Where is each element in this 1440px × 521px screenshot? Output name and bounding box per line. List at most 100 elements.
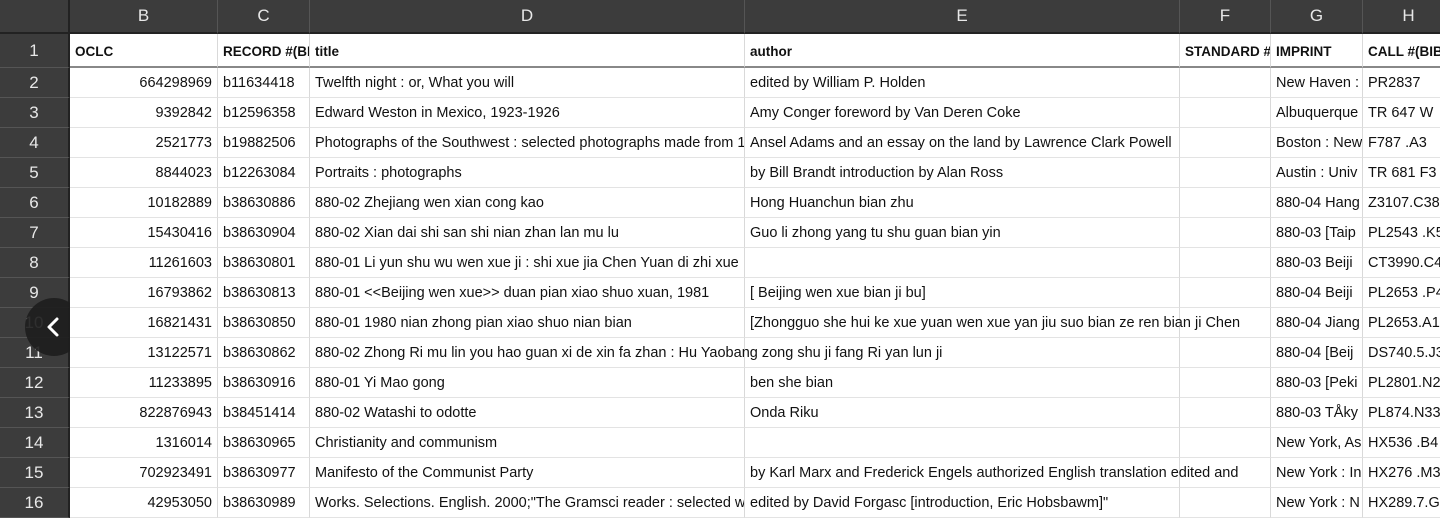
cell-call[interactable]: CT3990.C4 xyxy=(1363,248,1440,278)
row-header[interactable]: 7 xyxy=(0,218,70,248)
header-cell-title[interactable]: title xyxy=(310,34,745,68)
cell-oclc[interactable]: 2521773 xyxy=(70,128,218,158)
cell-imprint[interactable]: 880-04 Hang xyxy=(1271,188,1363,218)
cell-record[interactable]: b38630916 xyxy=(218,368,310,398)
cell-imprint[interactable]: 880-03 [Peki xyxy=(1271,368,1363,398)
row-header[interactable]: 3 xyxy=(0,98,70,128)
cell-record[interactable]: b19882506 xyxy=(218,128,310,158)
cell-imprint[interactable]: Austin : Univ xyxy=(1271,158,1363,188)
cell-call[interactable]: Z3107.C38 xyxy=(1363,188,1440,218)
cell-record[interactable]: b38630989 xyxy=(218,488,310,518)
cell-title[interactable]: 880-01 1980 nian zhong pian xiao shuo ni… xyxy=(310,308,745,338)
cell-call[interactable]: HX276 .M3 xyxy=(1363,458,1440,488)
cell-author[interactable]: Onda Riku xyxy=(745,398,1180,428)
cell-oclc[interactable]: 42953050 xyxy=(70,488,218,518)
cell-imprint[interactable]: 880-04 Jiang xyxy=(1271,308,1363,338)
cell-record[interactable]: b38630904 xyxy=(218,218,310,248)
row-header[interactable]: 6 xyxy=(0,188,70,218)
row-header[interactable]: 16 xyxy=(0,488,70,518)
column-header-g[interactable]: G xyxy=(1271,0,1363,34)
cell-standard[interactable] xyxy=(1180,488,1271,518)
cell-imprint[interactable]: 880-03 [Taip xyxy=(1271,218,1363,248)
cell-imprint[interactable]: New Haven : Yale xyxy=(1271,68,1363,98)
cell-imprint[interactable]: New York : N xyxy=(1271,488,1363,518)
cell-title[interactable]: Christianity and communism xyxy=(310,428,745,458)
cell-title[interactable]: Twelfth night : or, What you will xyxy=(310,68,745,98)
cell-title[interactable]: Photographs of the Southwest : selected … xyxy=(310,128,745,158)
row-header[interactable]: 13 xyxy=(0,398,70,428)
cell-imprint[interactable]: Boston : New xyxy=(1271,128,1363,158)
cell-call[interactable]: PL874.N33 xyxy=(1363,398,1440,428)
cell-author[interactable]: Guo li zhong yang tu shu guan bian yin xyxy=(745,218,1180,248)
cell-title[interactable]: 880-01 Li yun shu wu wen xue ji : shi xu… xyxy=(310,248,745,278)
cell-oclc[interactable]: 15430416 xyxy=(70,218,218,248)
cell-title[interactable]: 880-01 Yi Mao gong xyxy=(310,368,745,398)
cell-record[interactable]: b38630850 xyxy=(218,308,310,338)
row-header[interactable]: 15 xyxy=(0,458,70,488)
cell-call[interactable]: PL2543 .K5 xyxy=(1363,218,1440,248)
cell-standard[interactable] xyxy=(1180,248,1271,278)
cell-imprint[interactable]: 880-04 [Beij xyxy=(1271,338,1363,368)
header-cell-call[interactable]: CALL #(BIBLIO) xyxy=(1363,34,1440,68)
cell-call[interactable]: DS740.5.J3 xyxy=(1363,338,1440,368)
cell-oclc[interactable]: 702923491 xyxy=(70,458,218,488)
select-all-corner[interactable] xyxy=(0,0,70,34)
column-header-e[interactable]: E xyxy=(745,0,1180,34)
cell-standard[interactable] xyxy=(1180,68,1271,98)
cell-oclc[interactable]: 16793862 xyxy=(70,278,218,308)
cell-record[interactable]: b38630813 xyxy=(218,278,310,308)
cell-record[interactable]: b38630977 xyxy=(218,458,310,488)
cell-standard[interactable] xyxy=(1180,188,1271,218)
cell-call[interactable]: HX289.7.G xyxy=(1363,488,1440,518)
cell-oclc[interactable]: 8844023 xyxy=(70,158,218,188)
cell-oclc[interactable]: 664298969 xyxy=(70,68,218,98)
column-header-f[interactable]: F xyxy=(1180,0,1271,34)
cell-call[interactable]: TR 647 W xyxy=(1363,98,1440,128)
cell-author[interactable]: Hong Huanchun bian zhu xyxy=(745,188,1180,218)
cell-title[interactable]: 880-02 Zhong Ri mu lin you hao guan xi d… xyxy=(310,338,942,368)
row-header[interactable]: 5 xyxy=(0,158,70,188)
cell-record[interactable]: b38630886 xyxy=(218,188,310,218)
header-cell-author[interactable]: author xyxy=(745,34,1180,68)
row-header[interactable]: 12 xyxy=(0,368,70,398)
cell-standard[interactable] xyxy=(1180,98,1271,128)
cell-author[interactable]: ben she bian xyxy=(745,368,1180,398)
cell-call[interactable]: TR 681 F3 B xyxy=(1363,158,1440,188)
cell-author[interactable] xyxy=(745,428,1180,458)
cell-call[interactable]: PR2837 xyxy=(1363,68,1440,98)
column-header-d[interactable]: D xyxy=(310,0,745,34)
row-header[interactable]: 14 xyxy=(0,428,70,458)
cell-imprint[interactable]: 880-03 TÅky xyxy=(1271,398,1363,428)
cell-oclc[interactable]: 11233895 xyxy=(70,368,218,398)
cell-call[interactable]: PL2653 .P4 xyxy=(1363,278,1440,308)
cell-standard[interactable] xyxy=(1180,398,1271,428)
cell-oclc[interactable]: 1316014 xyxy=(70,428,218,458)
cell-standard[interactable] xyxy=(1180,428,1271,458)
cell-oclc[interactable]: 10182889 xyxy=(70,188,218,218)
column-header-b[interactable]: B xyxy=(70,0,218,34)
cell-record[interactable]: b38630801 xyxy=(218,248,310,278)
column-header-c[interactable]: C xyxy=(218,0,310,34)
cell-call[interactable]: HX536 .B4 xyxy=(1363,428,1440,458)
cell-author[interactable]: by Karl Marx and Frederick Engels author… xyxy=(745,458,1238,488)
cell-imprint[interactable]: 880-03 Beiji xyxy=(1271,248,1363,278)
cell-author[interactable]: Amy Conger foreword by Van Deren Coke xyxy=(745,98,1180,128)
cell-standard[interactable] xyxy=(1180,218,1271,248)
cell-oclc[interactable]: 13122571 xyxy=(70,338,218,368)
row-header[interactable]: 8 xyxy=(0,248,70,278)
row-header-1[interactable]: 1 xyxy=(0,34,70,68)
cell-standard[interactable] xyxy=(1180,338,1271,368)
row-header[interactable]: 2 xyxy=(0,68,70,98)
column-header-h[interactable]: H xyxy=(1363,0,1440,34)
cell-title[interactable]: Edward Weston in Mexico, 1923-1926 xyxy=(310,98,745,128)
cell-title[interactable]: 880-02 Zhejiang wen xian cong kao xyxy=(310,188,745,218)
cell-record[interactable]: b38630862 xyxy=(218,338,310,368)
header-cell-standard[interactable]: STANDARD # xyxy=(1180,34,1271,68)
cell-record[interactable]: b12596358 xyxy=(218,98,310,128)
cell-imprint[interactable]: Albuquerque xyxy=(1271,98,1363,128)
cell-oclc[interactable]: 9392842 xyxy=(70,98,218,128)
cell-author[interactable]: edited by David Forgasc [introduction, E… xyxy=(745,488,1180,518)
cell-call[interactable]: PL2801.N2 xyxy=(1363,368,1440,398)
cell-author[interactable]: by Bill Brandt introduction by Alan Ross xyxy=(745,158,1180,188)
cell-title[interactable]: 880-02 Xian dai shi san shi nian zhan la… xyxy=(310,218,745,248)
